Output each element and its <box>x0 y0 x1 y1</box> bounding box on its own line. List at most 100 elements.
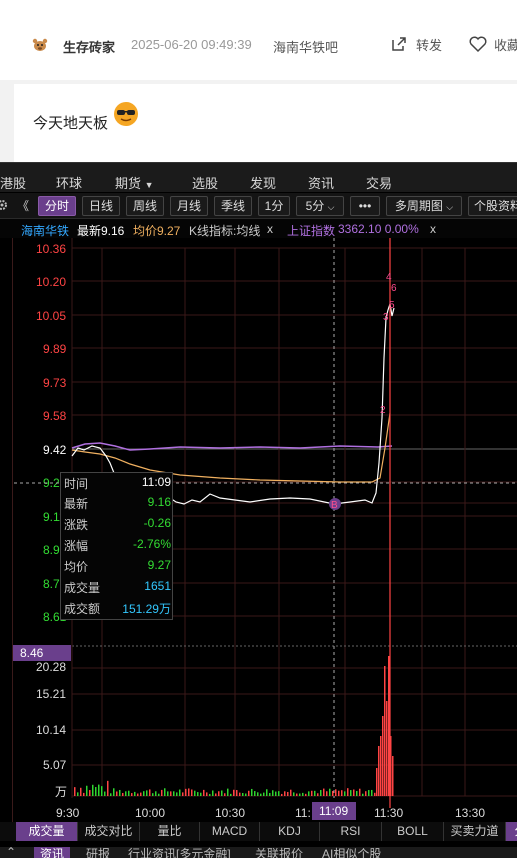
nav-news[interactable]: 资讯 <box>34 847 71 858</box>
forum-name[interactable]: 海南华铁吧 <box>273 37 338 56</box>
volume-bar <box>299 793 301 796</box>
menu-futures[interactable]: 期货 ▼ <box>115 173 154 192</box>
volume-bar <box>218 791 220 796</box>
volume-bar <box>296 793 298 796</box>
nav-related-quotes[interactable]: 关联报价 <box>255 847 303 858</box>
menu-discover[interactable]: 发现 <box>250 173 276 192</box>
tab-5min[interactable]: 5分 ⌵ <box>296 196 344 216</box>
menu-trade[interactable]: 交易 <box>366 173 392 192</box>
tab-kdj[interactable]: KDJ <box>260 822 320 841</box>
volume-bar <box>278 791 280 796</box>
volume-bar <box>89 790 91 796</box>
volume-bar <box>137 793 139 796</box>
tab-volume[interactable]: 成交量 <box>16 822 78 841</box>
volume-bar <box>356 790 358 796</box>
tab-intraday[interactable]: 分时 <box>38 196 76 216</box>
volume-bar <box>284 791 286 796</box>
post-body: 今天地天板 <box>14 84 517 164</box>
volume-bar <box>233 789 235 796</box>
time-tick: 13:30 <box>455 806 485 820</box>
chevron-down-icon: ⌵ <box>327 202 335 212</box>
index-name[interactable]: 上证指数 <box>287 222 335 239</box>
stock-profile-button[interactable]: 个股资料 <box>468 196 517 216</box>
volume-bar <box>107 780 109 796</box>
volume-tick: 5.07 <box>43 758 67 772</box>
buy-mark: B <box>331 500 338 511</box>
volume-bar <box>320 790 322 796</box>
volume-bar <box>164 788 166 796</box>
tab-volume-compare[interactable]: 成交对比 <box>78 822 140 841</box>
volume-bar <box>392 756 394 796</box>
tab-boll[interactable]: BOLL <box>382 822 444 841</box>
tab-buy-sell-power[interactable]: 买卖力道 <box>444 822 506 841</box>
volume-bar <box>110 793 112 796</box>
tab-rsi[interactable]: RSI <box>320 822 382 841</box>
volume-bar <box>311 790 313 796</box>
tab-weekly[interactable]: 周线 <box>126 196 164 216</box>
close-index-button[interactable]: x <box>430 222 436 236</box>
volume-bar <box>251 788 253 796</box>
volume-bar <box>197 792 199 796</box>
gear-icon[interactable] <box>0 199 8 211</box>
avatar[interactable] <box>30 35 50 55</box>
volume-bar <box>368 790 370 796</box>
volume-bar <box>362 793 364 796</box>
tab-1min[interactable]: 1分 <box>258 196 290 216</box>
chevron-down-icon: ▼ <box>144 180 154 190</box>
tab-more[interactable]: 分 <box>506 822 517 841</box>
volume-bar <box>179 789 181 796</box>
trade-mark: 4 <box>386 272 392 283</box>
volume-bar <box>83 792 85 796</box>
nav-industry-news[interactable]: 行业资讯[多元金融] <box>128 847 231 858</box>
close-indicator-button[interactable]: x <box>267 222 273 236</box>
trade-mark: 6 <box>391 283 397 294</box>
volume-bar <box>335 789 337 796</box>
multi-period-button[interactable]: 多周期图 ⌵ <box>386 196 462 216</box>
volume-bar <box>86 785 88 796</box>
tooltip-row-pct: 涨幅 -2.76% <box>61 535 174 553</box>
time-tick: 9:30 <box>56 806 80 820</box>
menu-news[interactable]: 资讯 <box>308 173 334 192</box>
volume-bar <box>116 791 118 796</box>
more-button[interactable]: ••• <box>350 196 380 216</box>
chart-info-bar: 海南华铁 最新9.16 均价9.27 K线指标:均线 x 上证指数 3362.1… <box>0 219 517 238</box>
volume-bar <box>384 666 386 796</box>
tab-quarterly[interactable]: 季线 <box>214 196 252 216</box>
time-tick: 11: <box>295 806 311 820</box>
volume-bar <box>236 790 238 796</box>
tab-monthly[interactable]: 月线 <box>170 196 208 216</box>
chevron-up-icon[interactable]: ⌃ <box>6 847 16 858</box>
trade-mark: 5 <box>389 300 395 311</box>
price-tick: 10.36 <box>36 242 66 256</box>
menu-stock-picker[interactable]: 选股 <box>192 173 218 192</box>
top-menu: 港股 环球 期货 ▼ 选股 发现 资讯 交易 <box>0 162 517 192</box>
price-tick: 9.42 <box>43 443 67 457</box>
menu-hk-stocks[interactable]: 港股 <box>0 173 26 192</box>
volume-bar <box>230 793 232 796</box>
tooltip-value: 9.16 <box>147 495 171 509</box>
volume-bar <box>125 791 127 796</box>
volume-bar <box>245 793 247 796</box>
volume-bar <box>248 790 250 796</box>
tab-volume-ratio[interactable]: 量比 <box>140 822 200 841</box>
tab-macd[interactable]: MACD <box>200 822 260 841</box>
favorite-button[interactable]: 收藏 <box>468 34 517 54</box>
tab-daily[interactable]: 日线 <box>82 196 120 216</box>
volume-bar <box>215 793 217 796</box>
nav-prev-button[interactable]: 《 <box>17 197 29 214</box>
price-tick: 9.73 <box>43 376 67 390</box>
volume-bar <box>305 793 307 796</box>
tooltip-value: 1651 <box>144 579 171 593</box>
stock-name[interactable]: 海南华铁 <box>21 222 69 239</box>
menu-global[interactable]: 环球 <box>56 173 82 192</box>
nav-research[interactable]: 研报 <box>86 847 110 858</box>
volume-bar <box>200 792 202 796</box>
nav-ai-similar[interactable]: AI相似个股 <box>322 847 381 858</box>
tooltip-label: 成交额 <box>64 602 101 616</box>
share-button[interactable]: 转发 <box>390 34 442 54</box>
volume-bar <box>317 793 319 796</box>
volume-bar <box>101 786 103 796</box>
username[interactable]: 生存砖家 <box>63 37 115 56</box>
volume-bar <box>332 791 334 796</box>
indicator-label[interactable]: K线指标:均线 <box>189 222 260 239</box>
